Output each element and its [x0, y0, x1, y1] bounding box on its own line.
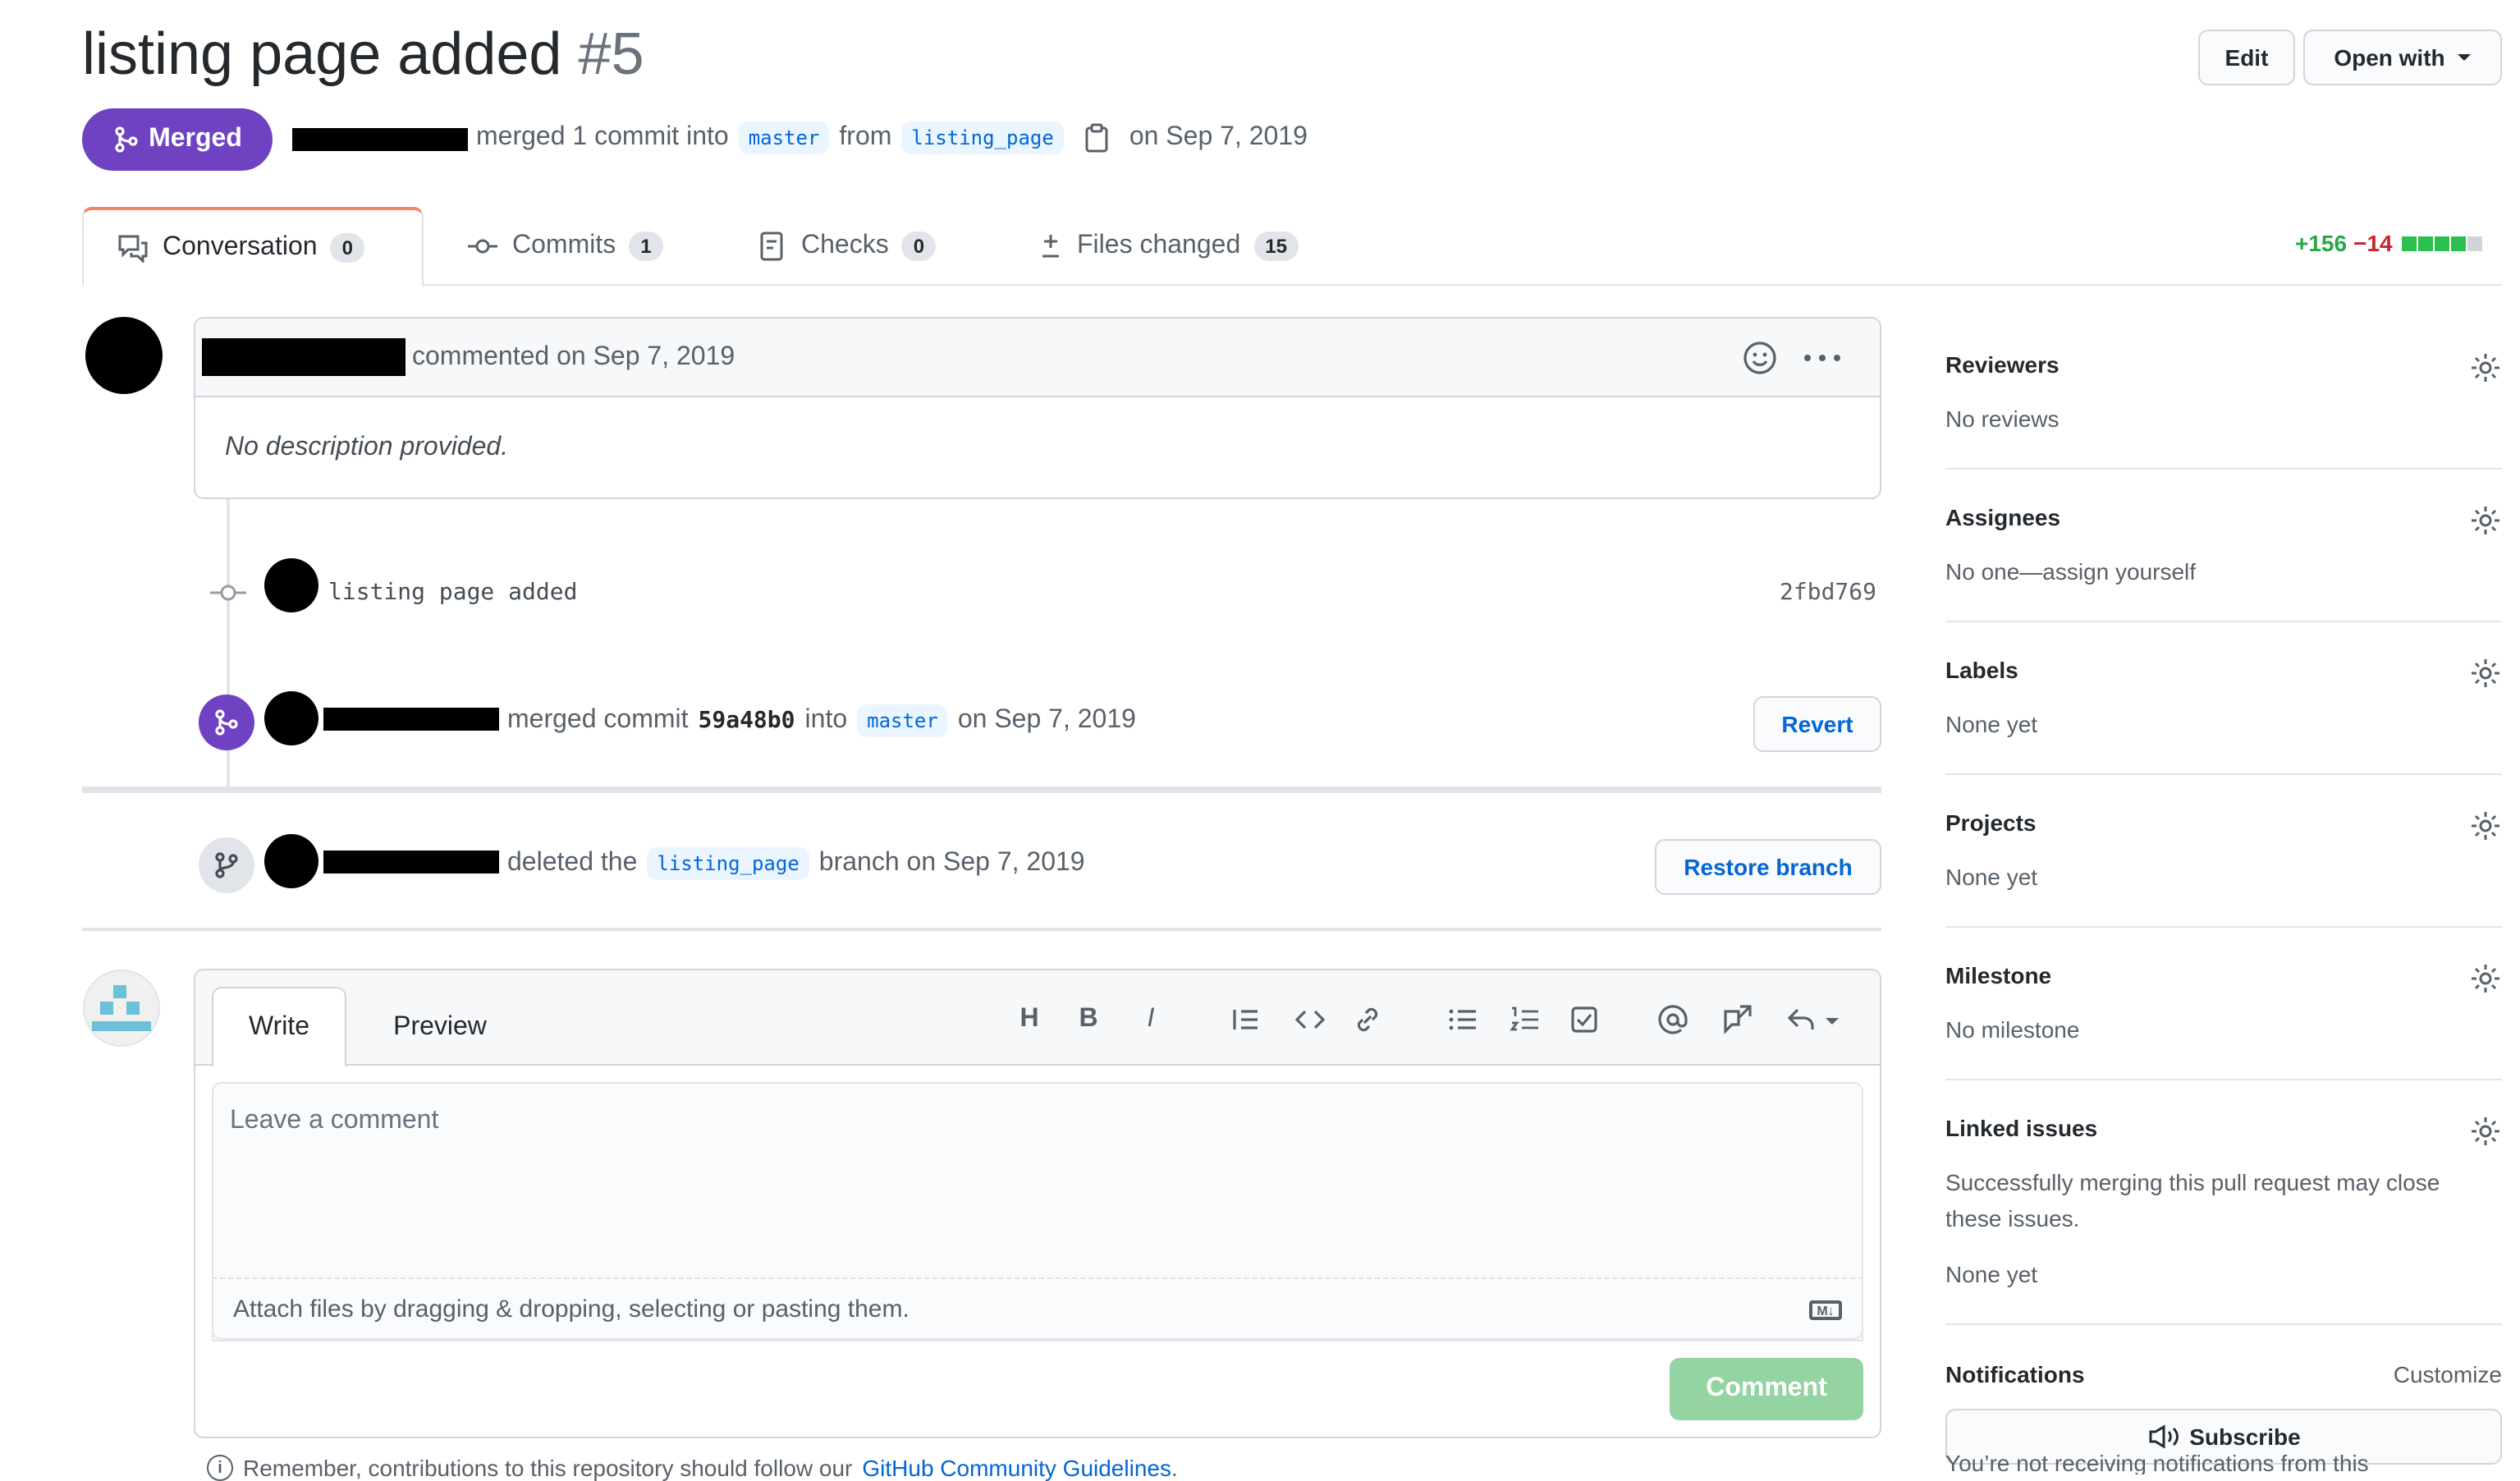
- guidelines-note: i Remember, contributions to this reposi…: [207, 1455, 1178, 1481]
- revert-label: Revert: [1781, 711, 1853, 737]
- guidelines-suffix: .: [1171, 1455, 1178, 1481]
- delete-text: deleted the: [507, 849, 638, 877]
- timeline-divider: [82, 786, 1881, 793]
- comment-placeholder: Leave a comment: [230, 1107, 439, 1135]
- status-badge: Merged: [82, 108, 273, 171]
- tab-label: Files changed: [1077, 232, 1241, 259]
- attach-files-area[interactable]: Attach files by dragging & dropping, sel…: [212, 1277, 1863, 1340]
- pr-title-text: listing page added: [82, 20, 562, 87]
- redacted-username: [202, 338, 405, 376]
- comment-action: commented on Sep 7, 2019: [412, 342, 735, 370]
- attach-text: Attach files by dragging & dropping, sel…: [233, 1295, 909, 1323]
- tab-count: 0: [330, 233, 364, 263]
- base-branch[interactable]: master: [738, 122, 830, 154]
- delete-date: branch on Sep 7, 2019: [818, 849, 1085, 877]
- redacted-username: [323, 708, 499, 731]
- restore-branch-button[interactable]: Restore branch: [1655, 839, 1881, 895]
- unordered-list-icon[interactable]: [1446, 1003, 1479, 1036]
- tab-label: Conversation: [163, 233, 318, 261]
- tab-write[interactable]: Write: [212, 987, 346, 1067]
- tab-conversation[interactable]: Conversation 0: [82, 207, 424, 287]
- avatar[interactable]: [82, 969, 161, 1048]
- comment-discussion-icon: [118, 235, 148, 263]
- commit-sha[interactable]: 2fbd769: [1780, 580, 1876, 606]
- merge-icon: [215, 709, 238, 736]
- meta-from: from: [839, 123, 892, 151]
- pr-meta: merged 1 commit into master from listing…: [476, 122, 1308, 154]
- merge-branch[interactable]: master: [857, 704, 948, 737]
- commit-message[interactable]: listing page added: [328, 580, 577, 606]
- merge-sha[interactable]: 59a48b0: [699, 708, 795, 734]
- head-branch[interactable]: listing_page: [901, 122, 1064, 154]
- avatar[interactable]: [264, 834, 318, 888]
- redacted-username: [323, 851, 499, 873]
- status-label: Merged: [149, 125, 242, 153]
- merge-text: merged commit: [507, 706, 689, 734]
- tab-count: 0: [901, 232, 937, 261]
- kebab-horizontal-icon[interactable]: [1801, 339, 1844, 375]
- cross-reference-icon[interactable]: [1720, 1003, 1753, 1036]
- pr-number: #5: [578, 20, 644, 87]
- merge-into: into: [804, 706, 848, 734]
- avatar[interactable]: [264, 558, 318, 612]
- quote-icon[interactable]: [1230, 1003, 1262, 1036]
- caret-down-icon[interactable]: [1826, 1018, 1839, 1025]
- tab-count: 15: [1253, 232, 1299, 261]
- tab-count: 1: [629, 232, 663, 261]
- revert-button[interactable]: Revert: [1753, 696, 1881, 752]
- merge-icon: [114, 126, 137, 153]
- commit-icon: [468, 239, 497, 254]
- tab-preview[interactable]: Preview: [369, 987, 511, 1067]
- ordered-list-icon[interactable]: [1509, 1003, 1542, 1036]
- checklist-icon: [760, 232, 783, 261]
- comment-editor: Write Preview H B I Leave a comment Atta…: [194, 969, 1881, 1438]
- tasklist-icon[interactable]: [1568, 1003, 1601, 1036]
- code-icon[interactable]: [1294, 1003, 1326, 1036]
- pr-title: listing page added #5: [82, 20, 644, 89]
- commit-icon: [210, 585, 246, 601]
- timeline-divider: [82, 928, 1881, 931]
- merge-event: merged commit 59a48b0 into master on Sep…: [507, 704, 1136, 737]
- guidelines-prefix: Remember, contributions to this reposito…: [243, 1455, 853, 1481]
- restore-branch-label: Restore branch: [1684, 854, 1853, 880]
- tab-commits[interactable]: Commits 1: [433, 207, 696, 286]
- sidebar-notifications-area: Subscribe You’re not receiving notificat…: [1945, 0, 2502, 1474]
- git-branch-icon: [215, 852, 238, 878]
- italic-icon[interactable]: I: [1134, 1003, 1167, 1036]
- meta-date: on Sep 7, 2019: [1129, 123, 1308, 151]
- tab-label: Checks: [801, 232, 889, 259]
- mention-icon[interactable]: [1656, 1003, 1689, 1036]
- reply-icon[interactable]: [1785, 1003, 1817, 1036]
- comment-header: commented on Sep 7, 2019: [195, 319, 1880, 397]
- heading-icon[interactable]: H: [1013, 1003, 1046, 1036]
- diff-icon: [1042, 235, 1059, 258]
- tab-label: Commits: [512, 232, 616, 259]
- redacted-username: [292, 128, 468, 151]
- delete-event: deleted the listing_page branch on Sep 7…: [507, 847, 1085, 880]
- avatar[interactable]: [85, 317, 163, 394]
- markdown-icon[interactable]: M↓: [1809, 1300, 1842, 1320]
- comment-body: No description provided.: [225, 433, 509, 461]
- avatar[interactable]: [264, 691, 318, 745]
- info-icon: i: [207, 1455, 233, 1481]
- delete-event-badge: [199, 837, 254, 893]
- meta-action: merged 1 commit into: [476, 123, 729, 151]
- comment-box: commented on Sep 7, 2019 No description …: [194, 317, 1881, 499]
- notifications-note: You’re not receiving notifications from …: [1945, 1450, 2369, 1474]
- merge-event-badge: [199, 695, 254, 750]
- tab-files-changed[interactable]: Files changed 15: [1005, 207, 1331, 286]
- deleted-branch[interactable]: listing_page: [647, 847, 809, 880]
- link-icon[interactable]: [1351, 1003, 1384, 1036]
- comment-button[interactable]: Comment: [1670, 1358, 1863, 1420]
- clipboard-icon[interactable]: [1084, 123, 1110, 153]
- guidelines-link[interactable]: GitHub Community Guidelines: [862, 1455, 1171, 1481]
- tab-checks[interactable]: Checks 0: [726, 207, 969, 286]
- bold-icon[interactable]: B: [1072, 1003, 1105, 1036]
- smiley-icon[interactable]: [1742, 339, 1778, 375]
- merge-date: on Sep 7, 2019: [957, 706, 1136, 734]
